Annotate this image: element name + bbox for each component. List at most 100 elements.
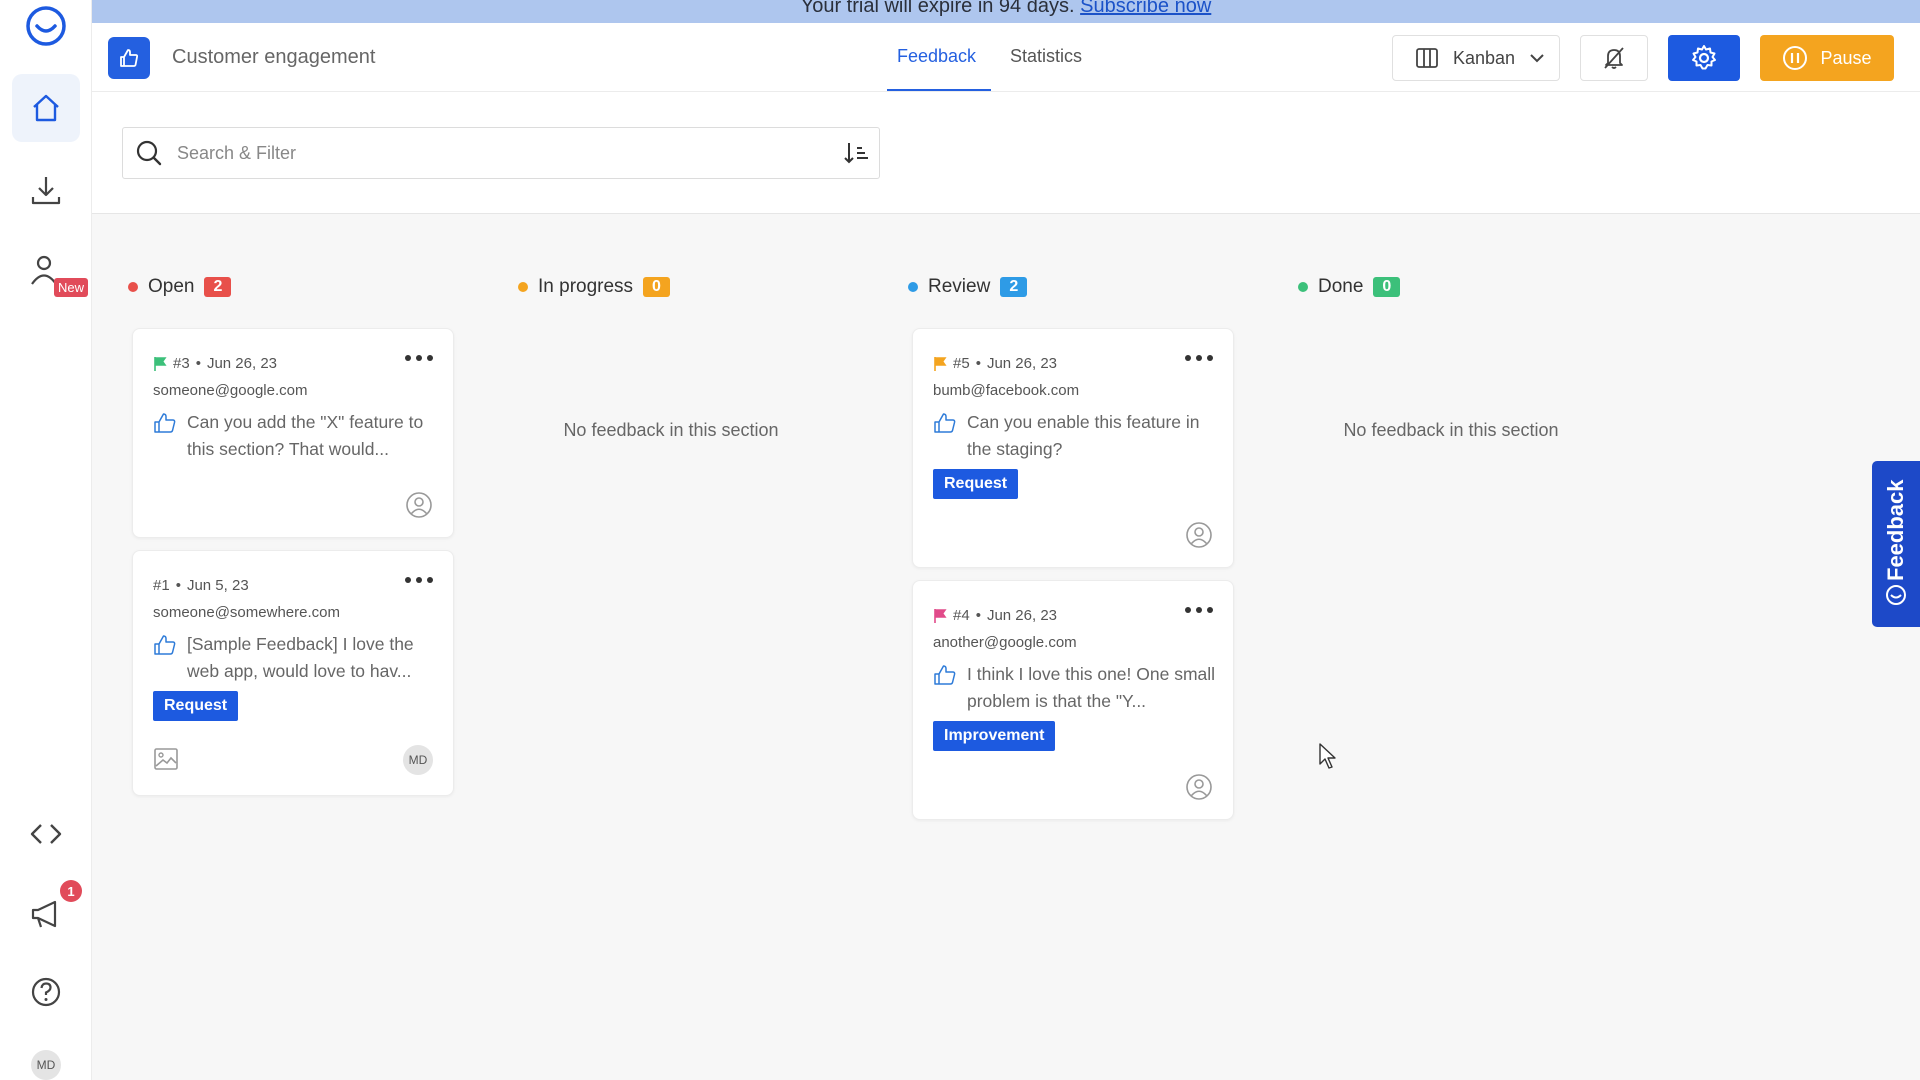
app-logo[interactable] (12, 0, 80, 60)
column-title: Done (1318, 276, 1364, 297)
search-input[interactable]: Search & Filter (122, 127, 880, 179)
assignee-icon[interactable] (405, 491, 433, 519)
card-text: Can you add the "X" feature to this sect… (187, 412, 424, 459)
feedback-side-tab-label: Feedback (1883, 479, 1908, 582)
subscribe-link[interactable]: Subscribe now (1080, 0, 1211, 17)
card-meta: #3 • Jun 26, 23 (153, 355, 277, 372)
column-title: In progress (538, 276, 634, 297)
thumbs-up-icon[interactable] (153, 633, 177, 657)
card-email: someone@google.com (153, 382, 308, 399)
sidebar-item-download[interactable] (12, 156, 80, 224)
sidebar-item-home[interactable] (12, 74, 80, 142)
feedback-card[interactable]: #1 • Jun 5, 23 someone@somewhere.com [Sa… (132, 550, 454, 796)
flag-icon (154, 356, 167, 371)
download-icon (31, 177, 61, 205)
card-id: #3 (173, 355, 190, 372)
card-email: bumb@facebook.com (933, 382, 1080, 399)
column-header: Review 2 (908, 276, 1028, 298)
card-date: Jun 26, 23 (206, 355, 278, 372)
filter-toolbar: Search & Filter (92, 92, 1920, 214)
feedback-side-tab[interactable]: Feedback (1872, 461, 1920, 627)
column-title: Open (148, 276, 195, 297)
more-options-icon[interactable] (405, 351, 433, 365)
view-select-label: Kanban (1453, 47, 1516, 68)
mute-notifications-button[interactable] (1580, 35, 1648, 81)
card-email: someone@somewhere.com (153, 604, 340, 621)
notification-badge: 1 (60, 880, 82, 902)
feedback-widget-icon (1886, 585, 1906, 605)
column-count-badge: 0 (643, 277, 670, 297)
card-id: #1 (153, 577, 170, 594)
thumbs-up-icon (120, 49, 139, 67)
status-dot (908, 282, 918, 292)
sort-icon[interactable] (843, 140, 871, 166)
empty-column-message: No feedback in this section (1343, 420, 1559, 440)
feedback-card[interactable]: #5 • Jun 26, 23 bumb@facebook.com Can yo… (912, 328, 1234, 568)
thumbs-up-icon[interactable] (153, 411, 177, 435)
trial-banner: Your trial will expire in 94 days. Subsc… (92, 0, 1920, 23)
thumbs-up-icon[interactable] (933, 663, 957, 687)
assignee-icon[interactable] (1185, 521, 1213, 549)
feedback-card[interactable]: #4 • Jun 26, 23 another@google.com I thi… (912, 580, 1234, 820)
column-count-badge: 2 (204, 277, 232, 297)
user-avatar[interactable]: MD (31, 1050, 61, 1080)
category-tag[interactable]: Request (153, 691, 239, 721)
new-badge: New (54, 278, 89, 297)
project-icon[interactable] (108, 37, 150, 79)
card-date: Jun 5, 23 (186, 577, 249, 594)
card-meta: #1 • Jun 5, 23 (153, 577, 249, 594)
more-options-icon[interactable] (405, 573, 433, 587)
sidebar-item-embed[interactable] (12, 800, 80, 868)
tab-feedback[interactable]: Feedback (897, 46, 976, 67)
column-in-progress: In progress 0 No feedback in this sectio… (482, 214, 860, 1080)
columns-icon (1416, 48, 1438, 68)
category-tag[interactable]: Request (933, 469, 1019, 499)
help-icon (31, 977, 61, 1007)
mouse-cursor-icon (1319, 743, 1336, 769)
more-options-icon[interactable] (1185, 603, 1213, 617)
chevron-down-icon (1530, 54, 1544, 63)
assignee-icon[interactable] (1185, 773, 1213, 801)
search-icon (136, 140, 162, 166)
gear-icon (1692, 45, 1716, 70)
view-select[interactable]: Kanban (1392, 35, 1560, 81)
sidebar-item-help[interactable] (12, 958, 80, 1026)
column-title: Review (928, 276, 991, 297)
settings-button[interactable] (1668, 35, 1740, 81)
status-dot (518, 282, 528, 292)
bell-off-icon (1604, 47, 1624, 69)
more-options-icon[interactable] (1185, 351, 1213, 365)
image-icon[interactable] (153, 747, 179, 771)
thumbs-up-icon[interactable] (933, 411, 957, 435)
trial-text: Your trial will expire in 94 days. (800, 0, 1075, 17)
separator-dot: • (975, 355, 981, 372)
card-meta: #4 • Jun 26, 23 (933, 607, 1057, 624)
logo-icon (26, 6, 66, 46)
feedback-card[interactable]: #3 • Jun 26, 23 someone@google.com Can y… (132, 328, 454, 538)
flag-icon (934, 356, 947, 371)
active-tab-indicator (887, 89, 991, 91)
separator-dot: • (975, 607, 981, 624)
category-tag[interactable]: Improvement (933, 721, 1056, 751)
header: Customer engagement Feedback Statistics … (92, 23, 1920, 92)
column-header: In progress 0 (518, 276, 670, 298)
sidebar: New 1 MD (0, 0, 92, 1080)
code-icon (30, 824, 62, 844)
column-open: Open 2 #3 • Jun 26, 23 someone@google.co… (92, 214, 470, 1080)
column-header: Done 0 (1298, 276, 1401, 298)
pause-button[interactable]: Pause (1760, 35, 1894, 81)
card-id: #4 (953, 607, 970, 624)
column-header: Open 2 (128, 276, 232, 298)
column-done: Done 0 No feedback in this section (1262, 214, 1640, 1080)
card-meta: #5 • Jun 26, 23 (933, 355, 1057, 372)
separator-dot: • (175, 577, 181, 594)
tab-statistics[interactable]: Statistics (1010, 46, 1082, 67)
column-review: Review 2 #5 • Jun 26, 23 bumb@facebook.c… (872, 214, 1250, 1080)
status-dot (128, 282, 138, 292)
card-id: #5 (953, 355, 970, 372)
page-title: Customer engagement (172, 46, 376, 68)
column-count-badge: 0 (1373, 277, 1401, 297)
assignee-avatar[interactable]: MD (403, 745, 433, 775)
pause-label: Pause (1820, 47, 1872, 68)
card-date: Jun 26, 23 (986, 607, 1058, 624)
